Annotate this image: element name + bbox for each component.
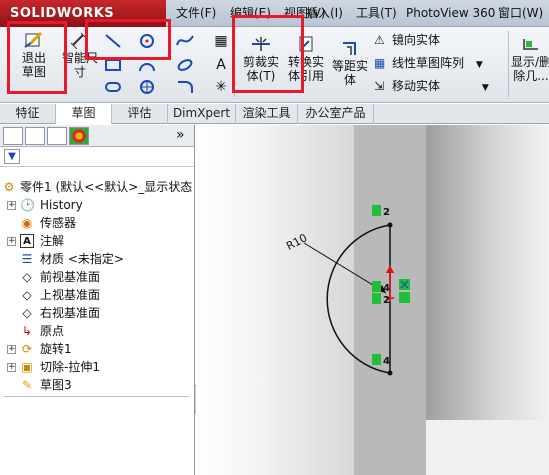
revolve-icon: ⟳ [21,342,33,356]
menu-tools[interactable]: 工具(T) [356,0,397,27]
tab-sketch[interactable]: 草图 [56,104,112,124]
tree-root-label: 零件1 (默认<<默认>_显示状态 [20,180,193,194]
graphics-area[interactable]: R10 2 4 2 4 [196,125,549,475]
material-icon: ☰ [21,252,33,266]
expand-icon[interactable]: + [7,237,16,246]
tree-root[interactable]: ⚙ 零件1 (默认<<默认>_显示状态 [0,178,194,196]
spline-icon[interactable] [176,33,194,49]
highlight-exit-sketch [7,21,67,94]
polygon-icon[interactable] [138,79,156,95]
linear-pattern-button[interactable]: ▦ 线性草图阵列 ▼ [374,56,483,72]
command-manager-tabs: 特征 草图 评估 DimXpert 渲染工具 办公室产品 [0,104,549,124]
tab-render-tools[interactable]: 渲染工具 [236,104,298,124]
point-icon[interactable]: ✳ [212,79,230,95]
relations-icon [523,39,538,50]
tab-features[interactable]: 特征 [0,104,56,124]
tree-item-label: 原点 [40,324,65,338]
relation-label: 4 [383,283,390,294]
filter-bar: ▼ [0,147,194,167]
config-manager-tab-icon[interactable] [47,127,67,145]
menu-file[interactable]: 文件(F) [176,0,216,27]
offset-label-1: 等距实 [331,59,368,73]
highlight-trim-convert [232,15,304,93]
part-icon: ⚙ [3,180,15,194]
cut-extrude-icon: ▣ [21,360,33,374]
move-icon: ⇲ [374,79,385,93]
filter-icon[interactable]: ▼ [4,149,20,164]
chevron-down-icon[interactable]: ▼ [476,60,483,70]
sketch-endpoint[interactable] [387,370,393,376]
move-entities-button[interactable]: ⇲ 移动实体 ▼ [374,79,489,95]
tree-item-label: 旋转1 [40,342,72,356]
sketch-canvas[interactable]: R10 2 4 2 4 [196,125,549,475]
menu-photoview[interactable]: PhotoView 360 [406,0,495,27]
offset-icon [343,42,356,55]
menu-insert[interactable]: 插入(I) [306,0,343,27]
sketch-endpoint[interactable] [387,222,393,228]
origin-arrow-icon [386,265,394,273]
mirror-icon: ⚠ [374,33,385,47]
tab-evaluate[interactable]: 评估 [112,104,168,124]
fillet-icon[interactable] [176,79,194,95]
mirror-entities-button[interactable]: ⚠ 镜向实体 [374,33,440,47]
display-label-2: 除几... [513,69,549,83]
pane-tab-strip: » [0,125,194,147]
ellipse-icon[interactable] [176,57,194,73]
property-manager-tab-icon[interactable] [25,127,45,145]
menu-window[interactable]: 窗口(W) [498,0,543,27]
text-icon[interactable]: A [212,57,230,73]
tree-item-label: 草图3 [40,378,72,392]
display-label-1: 显示/删 [510,55,549,69]
feature-tree-tab-icon[interactable] [3,127,23,145]
coincident-badge[interactable] [399,292,410,303]
plane-icon: ◇ [22,270,32,284]
sensor-icon: ◉ [21,216,33,230]
relation-label: 2 [383,207,390,218]
smart-dimension-label-2: 寸 [73,65,86,79]
tab-office-products[interactable]: 办公室产品 [298,104,374,124]
pane-expand-icon[interactable]: » [176,127,185,143]
expand-icon[interactable]: + [7,201,16,210]
display-manager-tab-icon[interactable] [69,127,89,145]
tree-item-label: 右视基准面 [40,306,101,320]
grid-icon[interactable]: ▦ [212,33,230,49]
relation-badge[interactable] [372,354,381,365]
mirror-label: 镜向实体 [392,33,441,47]
tree-item-label: 上视基准面 [40,288,101,302]
expand-icon[interactable]: + [7,345,16,354]
sketch-icon: ✎ [21,378,33,392]
relation-badge[interactable] [372,281,381,292]
tree-item-label: 切除-拉伸1 [40,360,100,374]
relation-badge[interactable] [372,205,381,216]
expand-icon[interactable]: + [7,363,16,372]
linear-pattern-icon: ▦ [374,56,386,70]
command-ribbon: 退出草图 智能尺 寸 ▦ A ✳ 剪裁实 体(T) 转换实 体引用 等距实 体 … [0,15,549,103]
highlight-sketch-tools [85,19,171,60]
history-icon: 🕑 [20,198,35,212]
tree-item-label: 材质 <未指定> [40,252,124,266]
tree-item-label: History [40,198,83,212]
display-delete-relations-button[interactable]: 显示/删 除几... [508,35,549,83]
tree-item-label: 传感器 [40,216,77,230]
tab-dimxpert[interactable]: DimXpert [168,104,236,124]
chevron-down-icon[interactable]: ▼ [482,83,489,93]
plane-icon: ◇ [22,288,32,302]
annotation-icon: A [20,234,34,248]
slot-icon[interactable] [104,79,122,95]
offset-label-2: 体 [343,73,356,87]
relation-label: 4 [383,356,390,367]
tree-item-label: 前视基准面 [40,270,101,284]
linear-pattern-label: 线性草图阵列 [392,56,465,70]
relation-badge[interactable] [372,293,381,304]
radius-dimension-label[interactable]: R10 [284,231,309,253]
tree-end-divider [4,396,190,397]
feature-manager-pane: » ▼ ⚙ 零件1 (默认<<默认>_显示状态 + 🕑 History ◉ 传感… [0,125,195,475]
offset-entities-button[interactable]: 等距实 体 [330,39,370,87]
origin-icon: ↳ [21,324,33,338]
relation-label: 2 [383,295,390,306]
move-label: 移动实体 [392,79,441,93]
tree-item-label: 注解 [40,234,65,248]
plane-icon: ◇ [22,306,32,320]
